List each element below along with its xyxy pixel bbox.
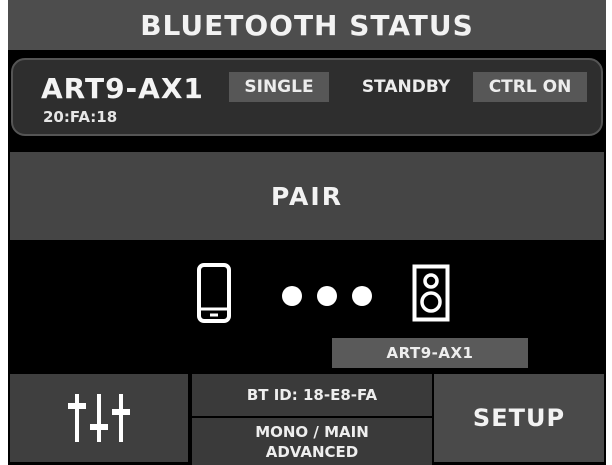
link-mode-badge: SINGLE [229,72,329,102]
route-mode-label: MONO / MAIN [255,422,369,441]
output-route-button[interactable]: MONO / MAIN ADVANCED [192,418,432,465]
bluetooth-status-screen: BLUETOOTH STATUS ART9-AX1 20:FA:18 SINGL… [8,0,606,465]
ctrl-status-badge: CTRL ON [473,72,587,102]
device-mac-address: 20:FA:18 [43,108,118,126]
mixer-button[interactable] [10,374,188,462]
device-info-panel: ART9-AX1 20:FA:18 SINGLE STANDBY CTRL ON [11,58,603,136]
page-title: BLUETOOTH STATUS [8,0,606,50]
route-advanced-label: ADVANCED [265,442,359,461]
phone-icon [197,263,231,323]
mixer-sliders-icon [68,394,130,442]
setup-button[interactable]: SETUP [434,374,604,462]
connection-state-label: STANDBY [361,77,451,97]
device-name: ART9-AX1 [41,72,204,105]
target-device-label: ART9-AX1 [332,338,528,368]
link-dot-icon [317,286,337,306]
pair-button[interactable]: PAIR [10,152,604,240]
link-dot-icon [352,286,372,306]
bt-id-label: BT ID: 18-E8-FA [192,374,432,416]
speaker-icon [412,264,450,322]
link-dot-icon [282,286,302,306]
